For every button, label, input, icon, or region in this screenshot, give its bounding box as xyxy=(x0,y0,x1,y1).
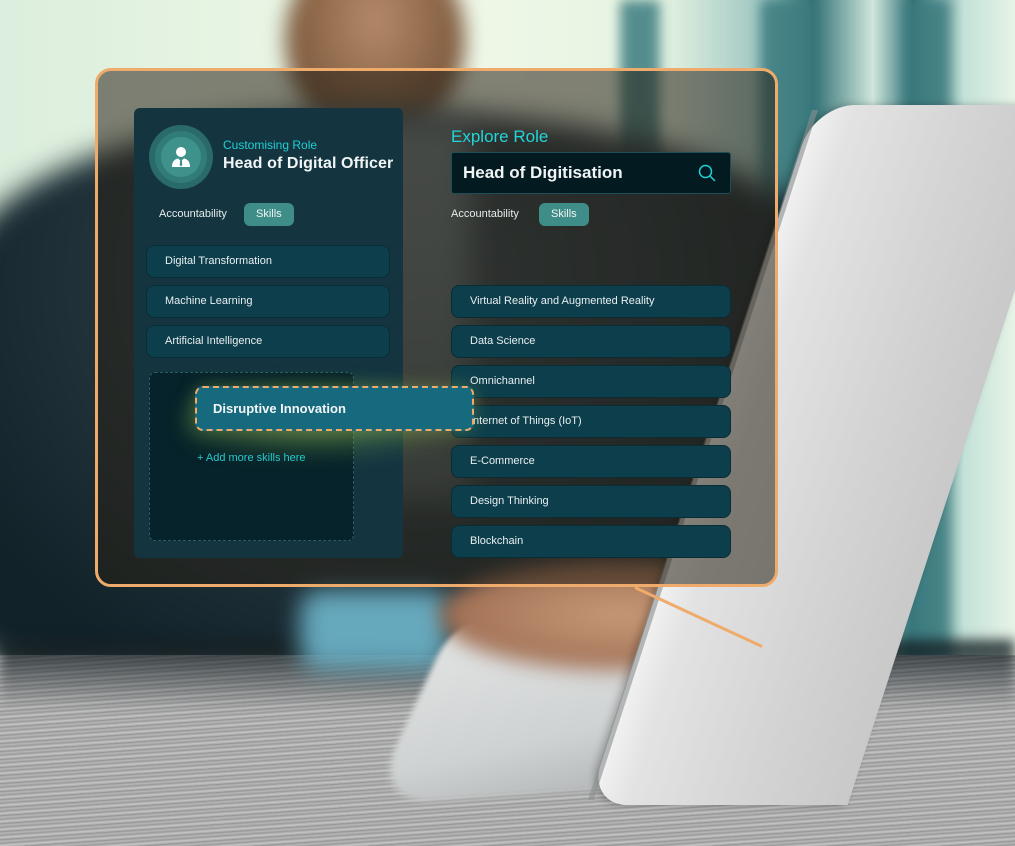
user-tie-icon xyxy=(172,147,190,167)
search-icon[interactable] xyxy=(698,164,716,182)
right-skill-item[interactable]: Blockchain xyxy=(451,525,731,558)
left-skill-item[interactable]: Machine Learning xyxy=(146,285,390,318)
left-skill-item[interactable]: Digital Transformation xyxy=(146,245,390,278)
left-tab-accountability[interactable]: Accountability xyxy=(159,208,227,220)
right-skill-item[interactable]: Internet of Things (IoT) xyxy=(451,405,731,438)
role-search-input[interactable]: Head of Digitisation xyxy=(451,152,731,194)
background-cuff xyxy=(300,590,450,670)
right-skill-item[interactable]: E-Commerce xyxy=(451,445,731,478)
role-avatar xyxy=(149,125,213,189)
right-skill-item[interactable]: Data Science xyxy=(451,325,731,358)
left-skill-item[interactable]: Artificial Intelligence xyxy=(146,325,390,358)
dragging-skill-card[interactable]: Disruptive Innovation xyxy=(195,386,474,431)
left-tab-skills[interactable]: Skills xyxy=(244,203,294,226)
right-skill-item[interactable]: Virtual Reality and Augmented Reality xyxy=(451,285,731,318)
role-search-value[interactable]: Head of Digitisation xyxy=(463,163,623,183)
add-more-skills-link[interactable]: + Add more skills here xyxy=(197,452,306,464)
customising-role-label: Customising Role xyxy=(223,138,318,152)
right-skill-item[interactable]: Omnichannel xyxy=(451,365,731,398)
right-tab-skills[interactable]: Skills xyxy=(539,203,589,226)
explore-role-label: Explore Role xyxy=(451,127,549,146)
right-tab-accountability[interactable]: Accountability xyxy=(451,208,519,220)
right-skill-item[interactable]: Design Thinking xyxy=(451,485,731,518)
customising-role-title: Head of Digital Officer xyxy=(223,155,394,172)
